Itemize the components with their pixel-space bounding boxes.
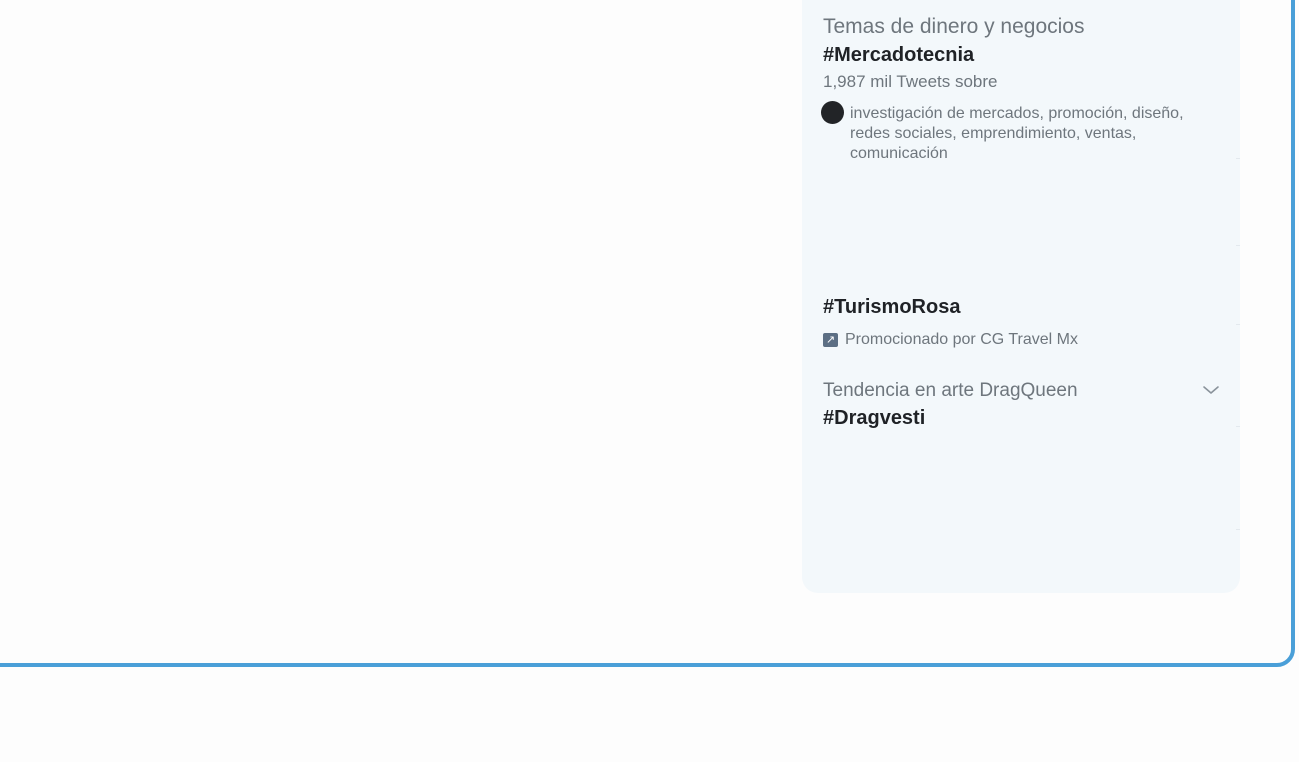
row-separator bbox=[1236, 245, 1240, 246]
row-separator bbox=[1236, 158, 1240, 159]
related-topics: investigación de mercados, promoción, di… bbox=[850, 105, 1184, 162]
chevron-down-icon[interactable] bbox=[1199, 378, 1223, 402]
trend-name[interactable]: #Dragvesti bbox=[823, 407, 925, 430]
tweet-count: 1,987 mil Tweets sobre bbox=[823, 72, 998, 91]
trend-context: Tendencia en arte DragQueen bbox=[823, 380, 1078, 401]
promoted-arrow-icon: ↗ bbox=[823, 333, 838, 347]
trend-name[interactable]: #TurismoRosa bbox=[823, 296, 960, 319]
row-separator bbox=[1236, 324, 1240, 325]
row-separator bbox=[1236, 426, 1240, 427]
row-separator bbox=[1236, 529, 1240, 530]
topic-avatar bbox=[821, 101, 844, 124]
promoted-by-label: Promocionado por CG Travel Mx bbox=[845, 331, 1078, 348]
trend-name[interactable]: #Mercadotecnia bbox=[823, 44, 974, 67]
trend-category: Temas de dinero y negocios bbox=[823, 15, 1085, 38]
